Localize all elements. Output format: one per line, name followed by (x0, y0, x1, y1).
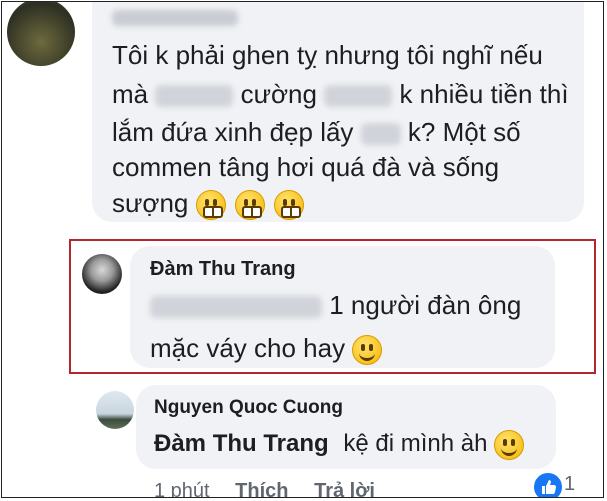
comment-1-line-4: commen tâng hơi quá đà và sống (112, 152, 500, 182)
grimace-emoji-icon (195, 190, 226, 221)
comment-actions: 1 phút Thích Trả lời (154, 480, 395, 497)
like-button[interactable]: Thích (235, 480, 288, 497)
redacted-text (324, 85, 393, 108)
comment-author-blurred[interactable] (112, 10, 238, 26)
reply-button[interactable]: Trả lời (314, 480, 375, 497)
redacted-text (155, 85, 234, 108)
grimace-emoji-icon (234, 190, 265, 221)
mention-link[interactable]: Đàm Thu Trang (154, 430, 329, 457)
grimace-emoji-icon (274, 190, 305, 221)
comment-3-text: Đàm Thu Trang kệ đi mình àh (154, 425, 526, 463)
mention-redacted (150, 296, 322, 319)
comment-2-line-1: 1 người đàn ông (150, 286, 521, 324)
comment-1-line-5: sượng (112, 184, 306, 222)
comment-author[interactable]: Đàm Thu Trang (150, 258, 296, 281)
smile-emoji-icon (494, 429, 525, 460)
smile-emoji-icon (352, 335, 383, 366)
comment-thread: Tôi k phải ghen tỵ nhưng tôi nghĩ nếu mà… (1, 1, 604, 498)
like-count: 1 (564, 473, 576, 495)
avatar[interactable] (82, 254, 122, 294)
comment-1-line-3: lắm đứa xinh đẹp lấy k? Một số (112, 117, 521, 147)
comment-2-line-2: mặc váy cho hay (150, 329, 384, 367)
avatar[interactable] (7, 2, 75, 66)
timestamp[interactable]: 1 phút (154, 480, 210, 497)
comment-1-line-1: Tôi k phải ghen tỵ nhưng tôi nghĩ nếu (112, 40, 543, 70)
like-icon[interactable] (532, 471, 564, 497)
comment-1-line-2: mà cường k nhiều tiền thì (112, 79, 569, 109)
comment-author[interactable]: Nguyen Quoc Cuong (154, 397, 343, 419)
redacted-text (360, 123, 401, 146)
avatar[interactable] (96, 391, 134, 429)
